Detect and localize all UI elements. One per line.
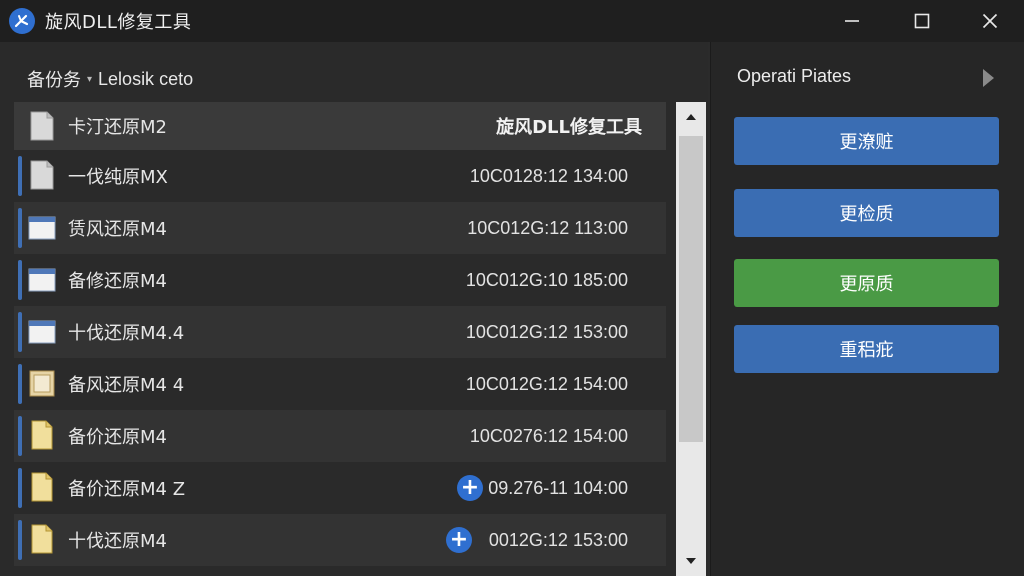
scroll-thumb[interactable] bbox=[679, 136, 703, 442]
row-date: 10C012G:12 153:00 bbox=[465, 321, 628, 342]
minimize-icon bbox=[845, 20, 859, 22]
document-icon bbox=[30, 111, 54, 141]
file-icon bbox=[31, 472, 53, 502]
breadcrumb-separator: ▾ bbox=[87, 73, 93, 85]
document-icon bbox=[30, 160, 54, 190]
maximize-icon bbox=[914, 13, 930, 29]
row-name: 备价还原M4 Z bbox=[68, 479, 186, 500]
breadcrumb[interactable]: 备份务 ▾ Lelosik ceto bbox=[27, 66, 193, 92]
header-name: 卡汀还原M2 bbox=[68, 117, 167, 138]
row-date: 10C012G:10 185:00 bbox=[465, 269, 628, 290]
list-item[interactable]: 赁风还原M4 10C012G:12 113:00 bbox=[14, 202, 666, 254]
list-item[interactable]: 备修还原M4 10C012G:10 185:00 bbox=[14, 254, 666, 306]
chevron-right-icon[interactable] bbox=[981, 68, 995, 88]
file-icon bbox=[31, 420, 53, 450]
operation-button-3[interactable]: 更原质 bbox=[734, 259, 999, 307]
window-icon bbox=[28, 320, 56, 344]
close-button[interactable] bbox=[956, 0, 1024, 42]
operation-button-2[interactable]: 更检质 bbox=[734, 189, 999, 237]
row-accent bbox=[18, 156, 22, 196]
image-icon bbox=[29, 370, 55, 397]
arrow-up-icon bbox=[686, 114, 696, 120]
row-date: 10C012G:12 154:00 bbox=[465, 373, 628, 394]
row-date: 09.276-11 104:00 bbox=[488, 477, 628, 498]
row-accent bbox=[18, 208, 22, 248]
row-accent bbox=[18, 312, 22, 352]
row-accent bbox=[18, 260, 22, 300]
title-bar: 旋风DLL修复工具 bbox=[0, 0, 1024, 42]
list-item[interactable]: 备价还原M4 10C0276:12 154:00 bbox=[14, 410, 666, 462]
row-date: 10C012G:12 113:00 bbox=[467, 217, 628, 238]
list-item[interactable]: 备价还原M4 Z + 09.276-11 104:00 bbox=[14, 462, 666, 514]
window-icon bbox=[28, 268, 56, 292]
row-accent bbox=[18, 416, 22, 456]
operation-button-1[interactable]: 更潦赃 bbox=[734, 117, 999, 165]
row-accent bbox=[18, 468, 22, 508]
close-icon bbox=[982, 13, 998, 29]
list-item[interactable]: 十伐还原M4.4 10C012G:12 153:00 bbox=[14, 306, 666, 358]
operations-title: Operati Piates bbox=[737, 66, 852, 86]
breadcrumb-root[interactable]: 备份务 bbox=[27, 66, 81, 92]
row-name: 备价还原M4 bbox=[68, 427, 167, 448]
maximize-button[interactable] bbox=[888, 0, 956, 42]
add-icon[interactable]: + bbox=[457, 475, 483, 501]
row-date: 10C0276:12 154:00 bbox=[469, 425, 628, 446]
row-name: 一伐纯原MX bbox=[68, 167, 168, 188]
breadcrumb-path[interactable]: Lelosik ceto bbox=[98, 69, 193, 90]
list-item[interactable]: 备风还原M4 4 10C012G:12 154:00 bbox=[14, 358, 666, 410]
header-column: 旋风DLL修复工具 bbox=[496, 117, 642, 138]
minimize-button[interactable] bbox=[818, 0, 886, 42]
row-name: 十伐还原M4.4 bbox=[68, 323, 185, 344]
row-date: 0012G:12 153:00 bbox=[488, 529, 628, 550]
operation-button-4[interactable]: 重稆疪 bbox=[734, 325, 999, 373]
arrow-down-icon bbox=[686, 558, 696, 564]
row-accent bbox=[18, 364, 22, 404]
window-title: 旋风DLL修复工具 bbox=[45, 12, 192, 33]
row-name: 备风还原M4 4 bbox=[68, 375, 185, 396]
list-item[interactable]: 一伐纯原MX 10C0128:12 134:00 bbox=[14, 150, 666, 202]
list-header-row[interactable]: 卡汀还原M2 旋风DLL修复工具 bbox=[14, 102, 666, 150]
row-name: 赁风还原M4 bbox=[68, 219, 167, 240]
row-accent bbox=[18, 520, 22, 560]
file-icon bbox=[31, 524, 53, 554]
scroll-down-button[interactable] bbox=[676, 546, 706, 576]
scroll-up-button[interactable] bbox=[676, 102, 706, 132]
window-icon bbox=[28, 216, 56, 240]
row-name: 十伐还原M4 bbox=[68, 531, 167, 552]
vertical-scrollbar[interactable] bbox=[676, 102, 706, 576]
add-icon[interactable]: + bbox=[446, 527, 472, 553]
operations-pane: Operati Piates 更潦赃 更检质 更原质 重稆疪 bbox=[710, 42, 1024, 576]
list-item[interactable]: 十伐还原M4 + 0012G:12 153:00 bbox=[14, 514, 666, 566]
app-fan-icon bbox=[9, 8, 35, 34]
file-list: 卡汀还原M2 旋风DLL修复工具 一伐纯原MX 10C0128:12 134:0… bbox=[14, 102, 666, 576]
row-date: 10C0128:12 134:00 bbox=[469, 165, 628, 186]
row-name: 备修还原M4 bbox=[68, 271, 167, 292]
file-pane: 备份务 ▾ Lelosik ceto 卡汀还原M2 旋风DLL修复工具 一伐纯原… bbox=[0, 42, 708, 576]
